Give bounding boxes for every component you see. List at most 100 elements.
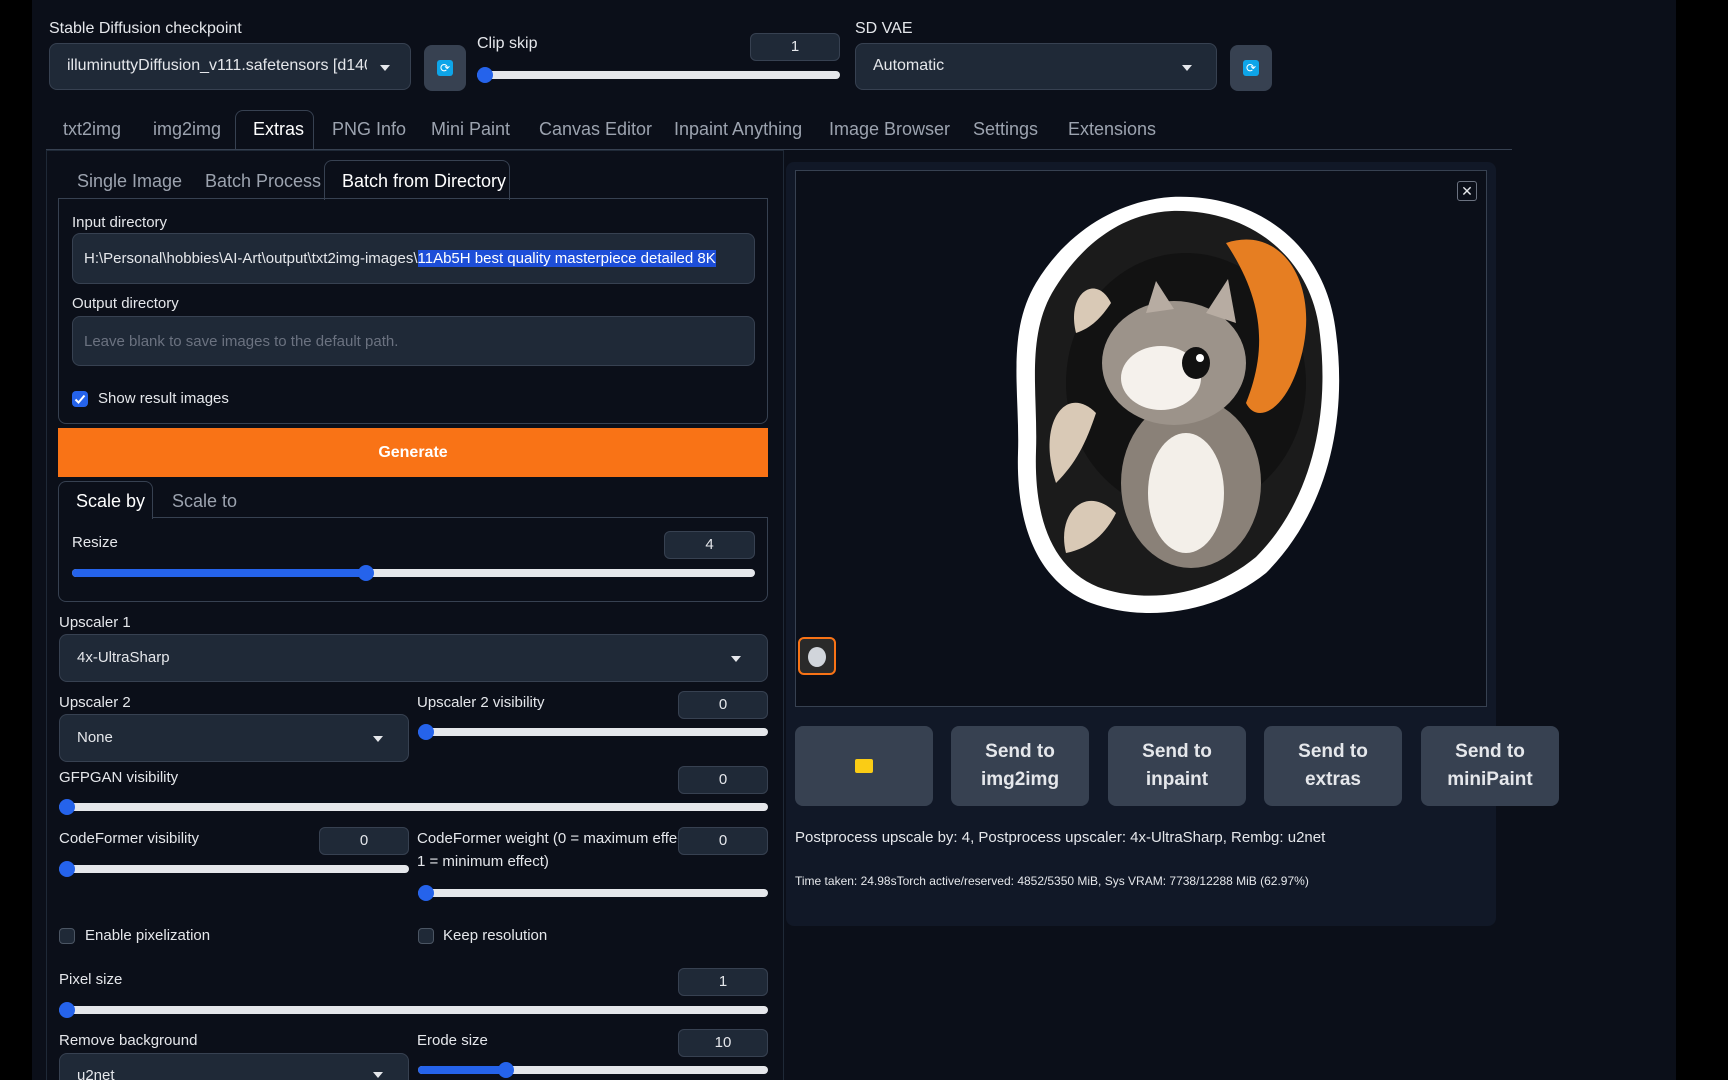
thumbnail-squirrel <box>808 647 826 667</box>
send-to-img2img-button[interactable]: Send to img2img <box>951 726 1089 806</box>
tab-inpaint-anything[interactable]: Inpaint Anything <box>674 119 802 140</box>
clipskip-label: Clip skip <box>477 35 538 52</box>
remove-background-dropdown[interactable]: u2net <box>59 1053 409 1080</box>
codeformer-weight-number[interactable]: 0 <box>678 827 768 855</box>
pixel-size-slider[interactable] <box>59 1002 768 1018</box>
checkmark-icon <box>74 394 86 404</box>
tab-png-info[interactable]: PNG Info <box>332 119 406 140</box>
codeformer-visibility-slider[interactable] <box>59 861 409 877</box>
checkpoint-label: Stable Diffusion checkpoint <box>49 20 242 37</box>
remove-background-value: u2net <box>77 1067 115 1080</box>
subtab-batch-process[interactable]: Batch Process <box>205 171 321 192</box>
upscaler2-visibility-handle[interactable] <box>418 724 434 740</box>
webui-app: Stable Diffusion checkpoint illuminuttyD… <box>32 0 1676 1080</box>
chevron-down-icon <box>373 1072 383 1078</box>
info-line: Postprocess upscale by: 4, Postprocess u… <box>795 829 1326 846</box>
image-gallery: ✕ <box>795 170 1487 707</box>
pixel-size-label: Pixel size <box>59 971 123 988</box>
pixel-size-handle[interactable] <box>59 1002 75 1018</box>
remove-background-label: Remove background <box>59 1032 198 1049</box>
upscaler2-dropdown[interactable]: None <box>59 714 409 762</box>
resize-slider[interactable] <box>72 565 755 581</box>
codeformer-weight-label-1: CodeFormer weight (0 = maximum effect, <box>417 830 694 847</box>
gallery-thumbnail[interactable] <box>798 637 836 675</box>
vae-label: SD VAE <box>855 20 913 37</box>
output-directory-label: Output directory <box>72 295 179 312</box>
gfpgan-slider-handle[interactable] <box>59 799 75 815</box>
folder-icon <box>855 759 873 773</box>
clipskip-slider[interactable] <box>477 67 840 83</box>
codeformer-visibility-label: CodeFormer visibility <box>59 830 200 847</box>
resize-slider-handle[interactable] <box>358 565 374 581</box>
tab-extras[interactable]: Extras <box>253 119 304 140</box>
resize-label: Resize <box>72 534 118 551</box>
tab-canvas-editor[interactable]: Canvas Editor <box>539 119 652 140</box>
output-directory-field[interactable]: Leave blank to save images to the defaul… <box>72 316 755 366</box>
tab-extensions[interactable]: Extensions <box>1068 119 1156 140</box>
vae-value: Automatic <box>873 57 945 74</box>
send-to-inpaint-label: Send to inpaint <box>1142 741 1212 790</box>
output-directory-placeholder: Leave blank to save images to the defaul… <box>84 333 399 350</box>
keep-resolution-label: Keep resolution <box>443 927 548 944</box>
generate-button[interactable]: Generate <box>58 428 768 477</box>
scale-tab-scale-to[interactable]: Scale to <box>172 491 237 512</box>
tab-settings[interactable]: Settings <box>973 119 1038 140</box>
keep-resolution-checkbox[interactable] <box>418 928 434 944</box>
codeformer-weight-label-2: 1 = minimum effect) <box>417 853 549 870</box>
open-folder-button[interactable] <box>795 726 933 806</box>
codeformer-visibility-number[interactable]: 0 <box>319 827 409 855</box>
timing-line: Time taken: 24.98sTorch active/reserved:… <box>795 874 1309 888</box>
clipskip-number[interactable]: 1 <box>750 33 840 61</box>
upscaler1-value: 4x-UltraSharp <box>77 649 170 666</box>
resize-number[interactable]: 4 <box>664 531 755 559</box>
show-results-label: Show result images <box>98 390 229 407</box>
codeformer-visibility-handle[interactable] <box>59 861 75 877</box>
send-to-extras-button[interactable]: Send to extras <box>1264 726 1402 806</box>
gfpgan-slider[interactable] <box>59 799 768 815</box>
gfpgan-label: GFPGAN visibility <box>59 769 179 786</box>
tab-mini-paint[interactable]: Mini Paint <box>431 119 510 140</box>
send-to-extras-label: Send to extras <box>1298 741 1368 790</box>
subtab-single-image[interactable]: Single Image <box>77 171 182 192</box>
show-results-checkbox[interactable] <box>72 391 88 407</box>
tab-image-browser[interactable]: Image Browser <box>829 119 950 140</box>
clipskip-slider-handle[interactable] <box>477 67 493 83</box>
input-directory-label: Input directory <box>72 214 168 231</box>
checkpoint-dropdown[interactable]: illuminuttyDiffusion_v111.safetensors [d… <box>49 43 411 90</box>
upscaler2-visibility-number[interactable]: 0 <box>678 691 768 719</box>
upscaler1-label: Upscaler 1 <box>59 614 131 631</box>
send-to-inpaint-button[interactable]: Send to inpaint <box>1108 726 1246 806</box>
vae-dropdown[interactable]: Automatic <box>855 43 1217 90</box>
input-directory-field[interactable]: H:\Personal\hobbies\AI-Art\output\txt2im… <box>72 233 755 284</box>
resize-slider-fill <box>72 569 366 577</box>
tab-img2img[interactable]: img2img <box>153 119 221 140</box>
erode-size-handle[interactable] <box>498 1062 514 1078</box>
gfpgan-number[interactable]: 0 <box>678 766 768 794</box>
chevron-down-icon <box>373 736 383 742</box>
enable-pixelization-checkbox[interactable] <box>59 928 75 944</box>
tab-txt2img[interactable]: txt2img <box>63 119 121 140</box>
input-directory-value: H:\Personal\hobbies\AI-Art\output\txt2im… <box>84 250 716 267</box>
refresh-checkpoint-button[interactable]: ⟳ <box>424 45 466 91</box>
send-to-minipaint-button[interactable]: Send to miniPaint <box>1421 726 1559 806</box>
codeformer-weight-slider[interactable] <box>418 885 768 901</box>
erode-size-slider[interactable] <box>418 1062 768 1078</box>
pixel-size-number[interactable]: 1 <box>678 968 768 996</box>
refresh-vae-button[interactable]: ⟳ <box>1230 45 1272 91</box>
close-icon[interactable]: ✕ <box>1457 181 1477 201</box>
subtab-batch-directory[interactable]: Batch from Directory <box>342 171 506 192</box>
chevron-down-icon <box>380 65 390 71</box>
squirrel-image[interactable] <box>996 183 1356 623</box>
enable-pixelization-label: Enable pixelization <box>85 927 211 944</box>
erode-size-number[interactable]: 10 <box>678 1029 768 1057</box>
resize-panel <box>58 518 768 602</box>
refresh-icon: ⟳ <box>1243 60 1259 76</box>
scale-tab-scale-by[interactable]: Scale by <box>76 491 145 512</box>
erode-size-label: Erode size <box>417 1032 488 1049</box>
upscaler2-value: None <box>77 729 113 746</box>
upscaler1-dropdown[interactable]: 4x-UltraSharp <box>59 634 768 682</box>
upscaler2-visibility-slider[interactable] <box>418 724 768 740</box>
codeformer-weight-handle[interactable] <box>418 885 434 901</box>
chevron-down-icon <box>731 656 741 662</box>
erode-size-fill <box>418 1066 506 1074</box>
